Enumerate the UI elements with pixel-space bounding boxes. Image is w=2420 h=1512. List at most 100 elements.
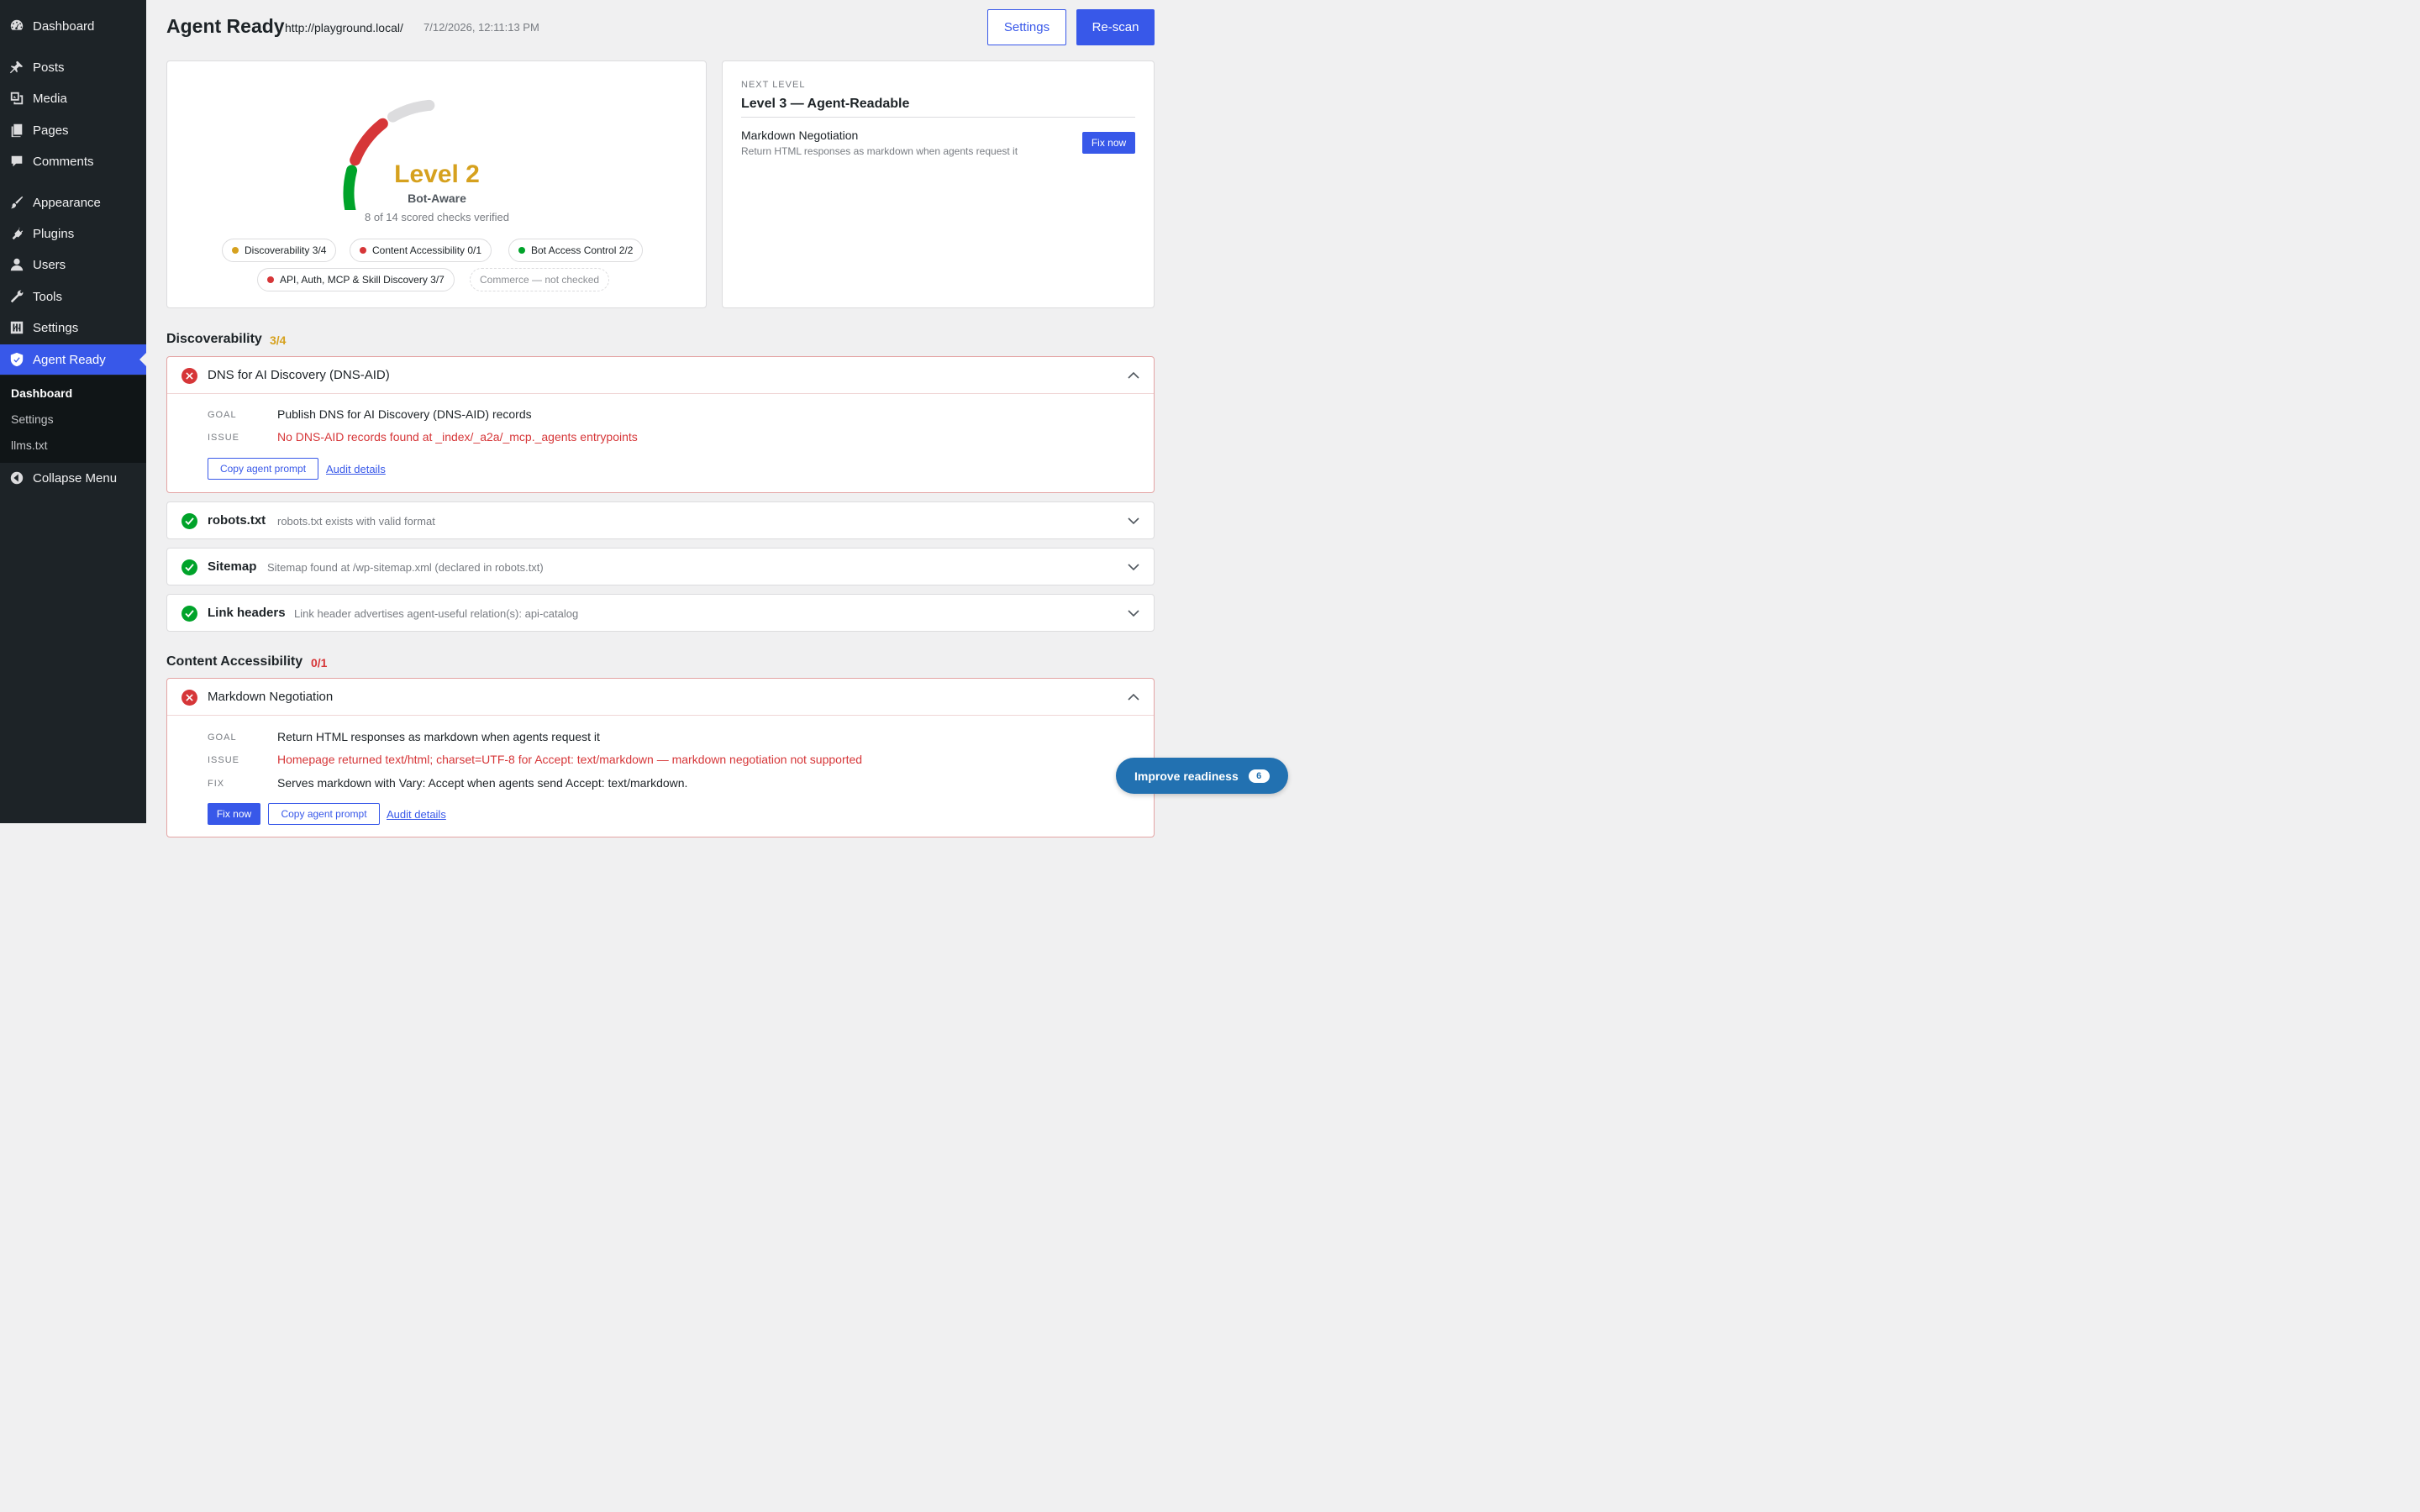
issue-label: ISSUE bbox=[208, 433, 240, 443]
submenu-dashboard[interactable]: Dashboard bbox=[11, 386, 72, 400]
menu-appearance[interactable]: Appearance bbox=[0, 187, 146, 218]
section-score-content-accessibility: 0/1 bbox=[311, 656, 328, 669]
menu-tools[interactable]: Tools bbox=[0, 281, 146, 312]
check-link-headers[interactable]: Link headers Link header advertises agen… bbox=[166, 594, 1155, 632]
menu-label: Dashboard bbox=[33, 18, 95, 34]
next-level-title: Level 3 — Agent-Readable bbox=[741, 97, 910, 111]
pages-icon bbox=[8, 122, 25, 139]
section-title-content-accessibility: Content Accessibility bbox=[166, 654, 303, 669]
fix-now-button[interactable]: Fix now bbox=[1082, 132, 1135, 154]
menu-pages[interactable]: Pages bbox=[0, 115, 146, 145]
menu-label: Comments bbox=[33, 154, 94, 169]
brush-icon bbox=[8, 194, 25, 211]
check-name: Link headers bbox=[208, 606, 286, 620]
improve-readiness-button[interactable]: Improve readiness 6 bbox=[1116, 758, 1288, 794]
goal-value: Publish DNS for AI Discovery (DNS-AID) r… bbox=[277, 407, 532, 421]
chevron-down-icon[interactable] bbox=[1127, 514, 1140, 528]
category-pill-bot-access: Bot Access Control 2/2 bbox=[508, 239, 644, 262]
next-level-item-desc: Return HTML responses as markdown when a… bbox=[741, 145, 1018, 157]
sliders-icon bbox=[8, 319, 25, 336]
menu-plugins[interactable]: Plugins bbox=[0, 218, 146, 249]
check-header[interactable]: Markdown Negotiation bbox=[167, 679, 1154, 716]
fail-icon bbox=[182, 690, 197, 706]
menu-posts[interactable]: Posts bbox=[0, 52, 146, 82]
category-pill-commerce: Commerce — not checked bbox=[470, 268, 610, 291]
comment-icon bbox=[8, 153, 25, 170]
fix-now-button[interactable]: Fix now bbox=[208, 803, 260, 825]
fix-value: Serves markdown with Vary: Accept when a… bbox=[277, 776, 688, 790]
chevron-up-icon[interactable] bbox=[1127, 369, 1140, 382]
issue-value: Homepage returned text/html; charset=UTF… bbox=[277, 753, 863, 766]
menu-label: Collapse Menu bbox=[33, 470, 118, 486]
check-summary: robots.txt exists with valid format bbox=[277, 515, 435, 528]
section-score-discoverability: 3/4 bbox=[270, 333, 287, 347]
level-name: Bot-Aware bbox=[408, 192, 466, 205]
status-dot bbox=[518, 247, 525, 254]
dashboard-icon bbox=[8, 18, 25, 34]
status-dot bbox=[232, 247, 239, 254]
pill-label: Commerce — not checked bbox=[480, 274, 600, 286]
pass-icon bbox=[182, 606, 197, 622]
chevron-down-icon[interactable] bbox=[1127, 606, 1140, 620]
rescan-button[interactable]: Re-scan bbox=[1076, 9, 1155, 45]
gauge-segment bbox=[343, 165, 358, 210]
menu-label: Agent Ready bbox=[33, 352, 106, 367]
page-title: Agent Ready bbox=[166, 15, 285, 37]
copy-agent-prompt-button[interactable]: Copy agent prompt bbox=[268, 803, 380, 825]
check-dns-aid: DNS for AI Discovery (DNS-AID) GOAL Publ… bbox=[166, 356, 1155, 493]
menu-users[interactable]: Users bbox=[0, 249, 146, 280]
pass-icon bbox=[182, 513, 197, 529]
level-value: Level 2 bbox=[394, 160, 480, 188]
audit-details-link[interactable]: Audit details bbox=[326, 463, 386, 475]
check-markdown-negotiation: Markdown Negotiation GOAL Return HTML re… bbox=[166, 678, 1155, 837]
check-summary: Sitemap found at /wp-sitemap.xml (declar… bbox=[267, 561, 544, 574]
improve-label: Improve readiness bbox=[1134, 769, 1239, 783]
submenu-llms-txt[interactable]: llms.txt bbox=[11, 438, 48, 452]
menu-label: Appearance bbox=[33, 195, 101, 210]
issue-label: ISSUE bbox=[208, 755, 240, 765]
submenu-settings[interactable]: Settings bbox=[11, 412, 54, 426]
fix-label: FIX bbox=[208, 779, 225, 789]
menu-comments[interactable]: Comments bbox=[0, 146, 146, 176]
chevron-up-icon[interactable] bbox=[1127, 690, 1140, 704]
goal-label: GOAL bbox=[208, 410, 237, 420]
scan-timestamp: 7/12/2026, 12:11:13 PM bbox=[424, 21, 539, 34]
check-name: robots.txt bbox=[208, 513, 266, 528]
menu-label: Posts bbox=[33, 60, 65, 75]
fail-icon bbox=[182, 368, 197, 384]
category-pill-content-accessibility: Content Accessibility 0/1 bbox=[350, 239, 492, 262]
check-sitemap[interactable]: Sitemap Sitemap found at /wp-sitemap.xml… bbox=[166, 548, 1155, 585]
menu-label: Pages bbox=[33, 123, 69, 138]
check-robots-txt[interactable]: robots.txt robots.txt exists with valid … bbox=[166, 501, 1155, 539]
pill-label: Discoverability 3/4 bbox=[245, 244, 327, 256]
section-title-discoverability: Discoverability bbox=[166, 332, 262, 346]
pill-label: API, Auth, MCP & Skill Discovery 3/7 bbox=[280, 274, 445, 286]
check-name: Sitemap bbox=[208, 559, 257, 574]
pin-icon bbox=[8, 59, 25, 76]
checks-verified: 8 of 14 scored checks verified bbox=[365, 211, 509, 223]
gauge-segment bbox=[387, 99, 435, 123]
audit-details-link[interactable]: Audit details bbox=[387, 808, 446, 821]
chevron-down-icon[interactable] bbox=[1127, 560, 1140, 574]
check-name: Markdown Negotiation bbox=[208, 690, 334, 704]
pill-label: Content Accessibility 0/1 bbox=[372, 244, 482, 256]
pill-label: Bot Access Control 2/2 bbox=[531, 244, 634, 256]
wrench-icon bbox=[8, 288, 25, 305]
menu-label: Media bbox=[33, 91, 67, 106]
status-dot bbox=[360, 247, 366, 254]
check-header[interactable]: DNS for AI Discovery (DNS-AID) bbox=[167, 357, 1154, 394]
check-summary: Link header advertises agent-useful rela… bbox=[294, 607, 579, 620]
category-pill-discoverability: Discoverability 3/4 bbox=[222, 239, 337, 262]
menu-agent-ready[interactable]: Agent Ready bbox=[0, 344, 146, 375]
menu-dashboard[interactable]: Dashboard bbox=[0, 11, 146, 41]
menu-settings[interactable]: Settings bbox=[0, 312, 146, 343]
user-icon bbox=[8, 256, 25, 273]
settings-button[interactable]: Settings bbox=[987, 9, 1066, 45]
copy-agent-prompt-button[interactable]: Copy agent prompt bbox=[208, 458, 318, 480]
collapse-icon bbox=[8, 470, 25, 486]
menu-media[interactable]: Media bbox=[0, 83, 146, 113]
check-name: DNS for AI Discovery (DNS-AID) bbox=[208, 368, 390, 382]
site-url: http://playground.local/ bbox=[285, 21, 403, 34]
collapse-menu-button[interactable]: Collapse Menu bbox=[0, 463, 146, 493]
menu-label: Plugins bbox=[33, 226, 75, 241]
